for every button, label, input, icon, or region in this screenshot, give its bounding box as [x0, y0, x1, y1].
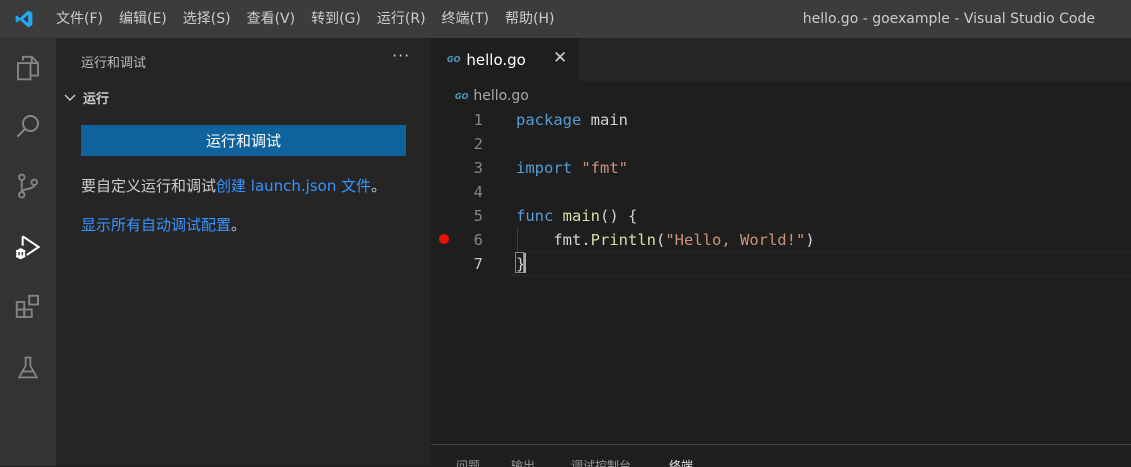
section-label: 运行	[83, 91, 110, 107]
code-token: )	[805, 231, 815, 249]
code-token: (	[655, 231, 666, 249]
title-bar: 文件(F) 编辑(E) 选择(S) 查看(V) 转到(G) 运行(R) 终端(T…	[0, 0, 1131, 38]
code-token: main	[590, 111, 628, 129]
source-control-icon[interactable]	[0, 160, 56, 212]
line-text: func main() {	[516, 204, 637, 228]
line-number: 6	[473, 231, 483, 249]
window-title: hello.go - goexample - Visual Studio Cod…	[802, 11, 1095, 27]
show-all-text: 显示所有自动调试配置。	[81, 214, 246, 235]
code-line[interactable]: 3 import "fmt"	[431, 156, 1131, 180]
code-token: () {	[600, 207, 638, 225]
menu-selection[interactable]: 选择(S)	[175, 0, 239, 38]
more-actions-icon[interactable]: ···	[392, 46, 410, 65]
line-number: 2	[473, 135, 483, 153]
extensions-icon[interactable]	[0, 281, 56, 333]
menu-help[interactable]: 帮助(H)	[497, 0, 562, 38]
line-text: package main	[516, 108, 628, 132]
customize-text: 要自定义运行和调试创建 launch.json 文件。	[81, 175, 386, 196]
text-cursor	[524, 253, 526, 273]
line-number: 1	[473, 111, 483, 129]
code-token: package	[516, 111, 582, 129]
activity-bar	[0, 38, 56, 466]
bracket-match	[515, 252, 524, 273]
testing-icon[interactable]	[0, 342, 56, 394]
code-token: "Hello, World!"	[665, 231, 806, 249]
section-header-run[interactable]: 运行	[62, 87, 109, 107]
chevron-down-icon	[64, 94, 76, 101]
code-token: fmt.	[516, 231, 591, 249]
vscode-logo-icon	[0, 0, 48, 38]
menu-view[interactable]: 查看(V)	[239, 0, 304, 38]
line-text: fmt.Println("Hello, World!")	[516, 228, 815, 252]
show-all-configs-link[interactable]: 显示所有自动调试配置	[81, 216, 231, 234]
bottom-panel: 问题 输出 调试控制台 终端	[431, 444, 1131, 467]
go-file-icon: GO	[455, 91, 469, 101]
line-number: 7	[473, 255, 483, 273]
show-all-suffix: 。	[231, 216, 247, 234]
create-launch-json-link[interactable]: 创建 launch.json 文件	[216, 177, 371, 195]
search-icon[interactable]	[0, 100, 56, 152]
code-line[interactable]: 7}	[431, 252, 1131, 276]
line-number: 5	[473, 207, 483, 225]
menu-go[interactable]: 转到(G)	[303, 0, 369, 38]
tab-label: hello.go	[466, 50, 526, 69]
go-file-icon: GO	[447, 55, 461, 64]
code-line[interactable]: 4	[431, 180, 1131, 204]
breadcrumb-file[interactable]: hello.go	[473, 88, 529, 104]
menu-terminal[interactable]: 终端(T)	[434, 0, 497, 38]
run-debug-icon[interactable]	[0, 221, 56, 273]
editor-tabs: GO hello.go ✕	[431, 38, 1131, 81]
code-line[interactable]: 5 func main() {	[431, 204, 1131, 228]
line-text: import "fmt"	[516, 156, 628, 180]
explorer-icon[interactable]	[0, 42, 56, 94]
run-debug-sidebar: 运行和调试 ··· 运行 运行和调试 要自定义运行和调试创建 launch.js…	[56, 38, 430, 466]
tab-hello-go[interactable]: GO hello.go ✕	[431, 38, 579, 81]
close-icon[interactable]: ✕	[553, 48, 567, 68]
code-token: Println	[590, 231, 656, 249]
run-and-debug-button[interactable]: 运行和调试	[81, 125, 406, 156]
customize-prefix: 要自定义运行和调试	[81, 177, 217, 195]
menu-edit[interactable]: 编辑(E)	[111, 0, 175, 38]
code-token: main	[562, 207, 600, 225]
code-token: func	[516, 207, 554, 225]
code-line[interactable]: 6 fmt.Println("Hello, World!")	[431, 228, 1131, 252]
customize-suffix: 。	[371, 177, 387, 195]
breadcrumb[interactable]: GO hello.go	[455, 86, 529, 106]
menu-file[interactable]: 文件(F)	[48, 0, 111, 38]
sidebar-title: 运行和调试	[81, 56, 147, 71]
code-line[interactable]: 1 package main	[431, 108, 1131, 132]
line-number: 3	[473, 159, 483, 177]
code-line[interactable]: 2	[431, 132, 1131, 156]
code-token: "fmt"	[581, 159, 629, 177]
line-number: 4	[473, 183, 483, 201]
code-editor[interactable]: 1 package main 2 3 import "fmt" 4 5 func main()…	[431, 108, 1131, 444]
menu-run[interactable]: 运行(R)	[369, 0, 434, 38]
code-token: import	[516, 159, 572, 177]
